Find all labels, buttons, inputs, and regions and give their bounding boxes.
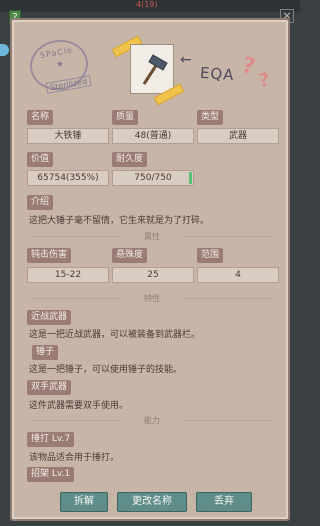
- quality-label: 质量: [112, 110, 139, 125]
- heavy-value: 25: [112, 267, 194, 283]
- trait-label: 双手武器: [27, 380, 72, 395]
- range-label: 范围: [197, 248, 224, 263]
- item-detail-panel: SPaCie ★ Sterilized ← EQA ? ? 名称 质量 类型 大…: [10, 18, 290, 521]
- type-value: 武器: [197, 128, 279, 144]
- discard-button[interactable]: 丢弃: [196, 492, 252, 512]
- type-label: 类型: [197, 110, 224, 125]
- stamp-star-icon: ★: [55, 59, 65, 71]
- attributes-divider: 属性: [32, 231, 272, 242]
- ability-label: 捶打 Lv.7: [27, 432, 75, 447]
- stamp-top-text: SPaCie: [39, 45, 74, 61]
- trait-desc: 这件武器需要双手使用。: [29, 401, 129, 411]
- dismantle-button[interactable]: 拆解: [60, 492, 108, 512]
- question-mark-icon: ?: [239, 52, 258, 81]
- intro-label: 介绍: [27, 195, 54, 210]
- name-value: 大铁锤: [27, 128, 109, 144]
- price-value: 65754(355%): [27, 170, 109, 186]
- traits-divider: 特性: [32, 293, 272, 304]
- quality-value: 48(普通): [112, 128, 194, 144]
- trait-desc: 这是一把近战武器，可以被装备到武器栏。: [29, 330, 201, 340]
- trait-label: 锤子: [32, 345, 59, 360]
- heavy-label: 悬殊度: [112, 248, 148, 263]
- trait-desc: 这是一把锤子，可以使用锤子的技能。: [29, 365, 183, 375]
- sticker-eqa: EQA: [199, 63, 236, 85]
- durability-label: 耐久度: [112, 152, 148, 167]
- durability-value: 750/750: [112, 170, 194, 186]
- range-value: 4: [197, 267, 279, 283]
- abilities-divider: 能力: [32, 415, 272, 426]
- damage-label: 钝击伤害: [27, 248, 72, 263]
- sticker-arrow: ←: [180, 52, 192, 68]
- trait-label: 近战武器: [27, 310, 72, 325]
- damage-value: 15-22: [27, 267, 109, 283]
- durability-bar: [189, 172, 192, 184]
- rename-button[interactable]: 更改名称: [117, 492, 187, 512]
- question-mark-icon: ?: [257, 69, 271, 92]
- intro-text: 这把大锤子毫不留情，它生来就是为了打碎。: [29, 216, 210, 226]
- side-bubble-icon[interactable]: [0, 44, 9, 56]
- item-icon-frame: [130, 44, 174, 94]
- top-label: 4(19): [136, 0, 158, 9]
- ability-label: 招架 Lv.1: [27, 467, 75, 482]
- hammer-icon: [142, 54, 168, 85]
- ability-desc: 该物品适合用于捶打。: [29, 453, 120, 463]
- price-label: 价值: [27, 152, 54, 167]
- name-label: 名称: [27, 110, 54, 125]
